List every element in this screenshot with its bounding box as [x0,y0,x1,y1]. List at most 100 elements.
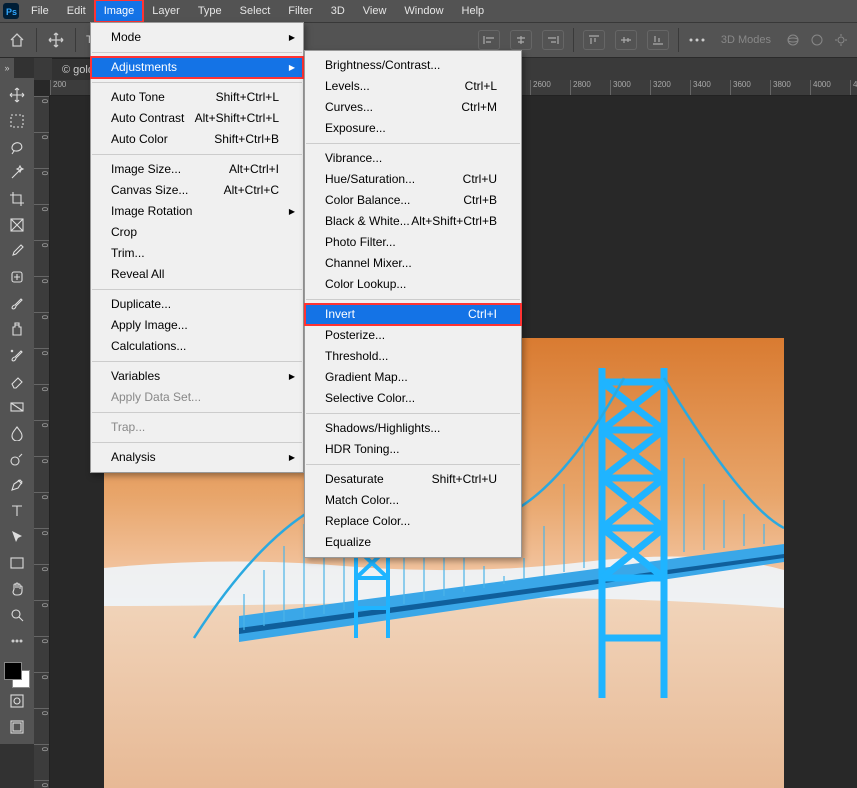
tool-marquee[interactable] [3,109,31,133]
tool-eraser[interactable] [3,369,31,393]
tool-move[interactable] [3,83,31,107]
image-menu-canvas-size[interactable]: Canvas Size...Alt+Ctrl+C [91,180,303,201]
adjustments-invert[interactable]: InvertCtrl+I [305,304,521,325]
adjustments-gradient-map[interactable]: Gradient Map... [305,367,521,388]
adjustments-shadows-highlights[interactable]: Shadows/Highlights... [305,418,521,439]
adjustments-selective-color[interactable]: Selective Color... [305,388,521,409]
image-menu-duplicate[interactable]: Duplicate... [91,294,303,315]
adjustments-vibrance[interactable]: Vibrance... [305,148,521,169]
ruler-vertical[interactable]: 00000000000000000000 [34,96,50,788]
image-menu-trim[interactable]: Trim... [91,243,303,264]
tool-rectangle[interactable] [3,551,31,575]
menu-item-shortcut: Ctrl+M [461,99,497,116]
screen-mode-icon[interactable] [3,715,31,739]
adjustments-exposure[interactable]: Exposure... [305,118,521,139]
adjustments-equalize[interactable]: Equalize [305,532,521,553]
menu-help[interactable]: Help [453,0,494,22]
adjustments-curves[interactable]: Curves...Ctrl+M [305,97,521,118]
adjustments-color-balance[interactable]: Color Balance...Ctrl+B [305,190,521,211]
image-menu-reveal-all[interactable]: Reveal All [91,264,303,285]
tool-dodge[interactable] [3,447,31,471]
menu-item-label: Gradient Map... [325,369,408,386]
image-menu-auto-tone[interactable]: Auto ToneShift+Ctrl+L [91,87,303,108]
ruler-tick: 4000 [810,80,850,95]
menu-item-label: Color Lookup... [325,276,406,293]
adjustments-channel-mixer[interactable]: Channel Mixer... [305,253,521,274]
menu-item-shortcut: Alt+Ctrl+C [224,182,279,199]
menu-item-label: Invert [325,306,355,323]
menu-filter[interactable]: Filter [279,0,321,22]
menu-item-label: Selective Color... [325,390,415,407]
adjustments-hdr-toning[interactable]: HDR Toning... [305,439,521,460]
menu-window[interactable]: Window [395,0,452,22]
move-tool-icon[interactable] [39,22,73,58]
more-icon[interactable] [685,22,709,58]
tool-zoom[interactable] [3,603,31,627]
adjustments-desaturate[interactable]: DesaturateShift+Ctrl+U [305,469,521,490]
adjustments-match-color[interactable]: Match Color... [305,490,521,511]
menu-image[interactable]: Image [95,0,144,22]
image-menu-variables[interactable]: Variables [91,366,303,387]
adjustments-posterize[interactable]: Posterize... [305,325,521,346]
align-bottom-icon[interactable] [647,30,669,50]
adjustments-replace-color[interactable]: Replace Color... [305,511,521,532]
menu-file[interactable]: File [22,0,58,22]
menu-edit[interactable]: Edit [58,0,95,22]
tool-lasso[interactable] [3,135,31,159]
menu-type[interactable]: Type [189,0,231,22]
adjustments-levels[interactable]: Levels...Ctrl+L [305,76,521,97]
adjustments-photo-filter[interactable]: Photo Filter... [305,232,521,253]
adjustments-hue-saturation[interactable]: Hue/Saturation...Ctrl+U [305,169,521,190]
image-menu-adjustments[interactable]: Adjustments [91,57,303,78]
image-menu-image-size[interactable]: Image Size...Alt+Ctrl+I [91,159,303,180]
tool-frame[interactable] [3,213,31,237]
tool-path-select[interactable] [3,525,31,549]
3d-light-icon[interactable] [831,22,851,58]
tool-brush[interactable] [3,291,31,315]
align-top-icon[interactable] [583,30,605,50]
menu-layer[interactable]: Layer [143,0,189,22]
adjustments-brightness-contrast[interactable]: Brightness/Contrast... [305,55,521,76]
adjustments-black-white[interactable]: Black & White...Alt+Shift+Ctrl+B [305,211,521,232]
menu-view[interactable]: View [354,0,396,22]
tool-crop[interactable] [3,187,31,211]
menu-select[interactable]: Select [231,0,280,22]
image-menu-image-rotation[interactable]: Image Rotation [91,201,303,222]
image-menu-analysis[interactable]: Analysis [91,447,303,468]
menu-item-label: Black & White... [325,213,410,230]
tool-history-brush[interactable] [3,343,31,367]
align-hcenter-icon[interactable] [510,30,532,50]
menu-3d[interactable]: 3D [322,0,354,22]
3d-pan-icon[interactable] [807,22,827,58]
menu-item-label: Apply Data Set... [111,389,201,406]
adjustments-color-lookup[interactable]: Color Lookup... [305,274,521,295]
tool-pen[interactable] [3,473,31,497]
image-menu-auto-contrast[interactable]: Auto ContrastAlt+Shift+Ctrl+L [91,108,303,129]
tool-edit-toolbar[interactable] [3,629,31,653]
image-menu-auto-color[interactable]: Auto ColorShift+Ctrl+B [91,129,303,150]
tool-magic-wand[interactable] [3,161,31,185]
align-left-icon[interactable] [478,30,500,50]
image-menu-crop[interactable]: Crop [91,222,303,243]
menu-item-label: Color Balance... [325,192,410,209]
tool-eyedropper[interactable] [3,239,31,263]
tool-hand[interactable] [3,577,31,601]
image-menu-calculations[interactable]: Calculations... [91,336,303,357]
3d-orbit-icon[interactable] [783,22,803,58]
tool-healing[interactable] [3,265,31,289]
tool-gradient[interactable] [3,395,31,419]
home-icon[interactable] [0,22,34,58]
adjustments-threshold[interactable]: Threshold... [305,346,521,367]
quick-mask-icon[interactable] [3,689,31,713]
align-vcenter-icon[interactable] [615,30,637,50]
image-menu-mode[interactable]: Mode [91,27,303,48]
image-menu-apply-image[interactable]: Apply Image... [91,315,303,336]
adjustments-separator [306,464,520,465]
tool-blur[interactable] [3,421,31,445]
color-swatches[interactable] [4,662,30,688]
align-right-icon[interactable] [542,30,564,50]
tool-clone[interactable] [3,317,31,341]
foreground-color-swatch[interactable] [4,662,22,680]
panel-pin-icon[interactable]: » [0,58,14,78]
tool-type[interactable] [3,499,31,523]
